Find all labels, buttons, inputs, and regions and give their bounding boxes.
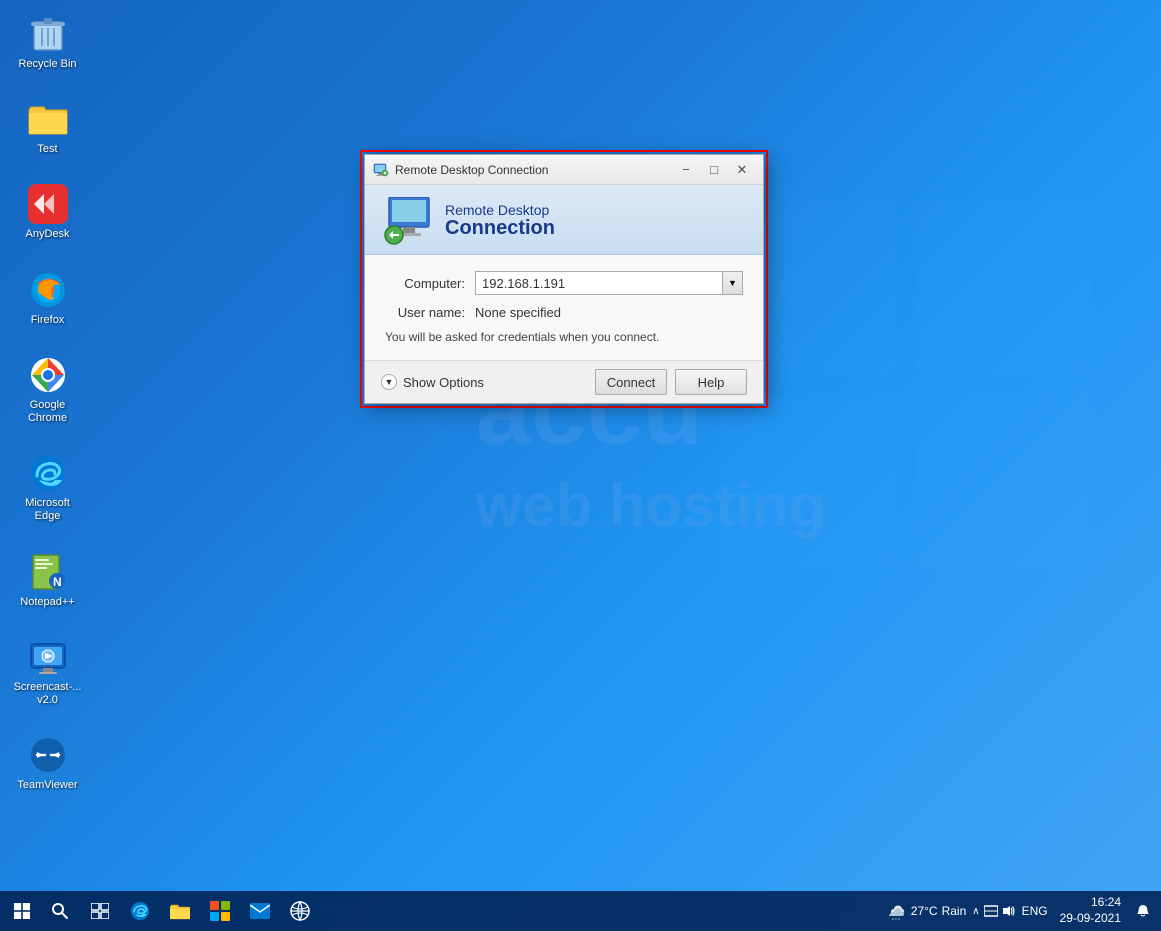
show-options-btn[interactable]: ▼ Show Options: [381, 374, 484, 390]
desktop-icon-anydesk[interactable]: AnyDesk: [10, 180, 85, 245]
computer-input-container: ▼: [475, 271, 743, 295]
desktop-icon-notepadpp[interactable]: N Notepad++: [10, 548, 85, 613]
dialog-minimize-btn[interactable]: −: [673, 159, 699, 181]
desktop-icon-label-test: Test: [37, 143, 57, 156]
taskbar-store-btn[interactable]: [202, 893, 238, 929]
dialog-highlight-border: Remote Desktop Connection − □ ✕: [360, 150, 768, 408]
taskbar: 27°C Rain ∧ ENG 16:24 29-09-2021: [0, 891, 1161, 931]
desktop-icon-recycle-bin[interactable]: Recycle Bin: [10, 10, 85, 75]
taskbar-right: 27°C Rain ∧ ENG 16:24 29-09-2021: [889, 893, 1157, 928]
dialog-titlebar: Remote Desktop Connection − □ ✕: [365, 155, 763, 185]
taskbar-clock[interactable]: 16:24 29-09-2021: [1054, 893, 1127, 928]
dialog-title-icon: [373, 162, 389, 178]
dialog-controls: − □ ✕: [673, 159, 755, 181]
dialog-close-btn[interactable]: ✕: [729, 159, 755, 181]
dialog-header: Remote Desktop Connection: [365, 185, 763, 255]
dialog-header-line2: Connection: [445, 218, 555, 238]
rdc-icon: [381, 197, 431, 242]
desktop-icon-label-teamviewer: TeamViewer: [17, 779, 77, 792]
computer-label: Computer:: [385, 276, 475, 291]
dialog-header-line1: Remote Desktop: [445, 202, 555, 218]
tray-volume-icon: [1002, 904, 1016, 918]
dialog-footer-right: Connect Help: [595, 369, 747, 395]
username-value: None specified: [475, 305, 561, 320]
svg-text:N: N: [53, 575, 62, 589]
desktop-icon-firefox[interactable]: Firefox: [10, 266, 85, 331]
remote-desktop-dialog: Remote Desktop Connection − □ ✕: [364, 154, 764, 404]
taskbar-tray: ∧: [972, 904, 1015, 918]
desktop-icon-label-screencast: Screencast-...v2.0: [14, 681, 82, 707]
desktop-icon-label-recycle-bin: Recycle Bin: [18, 58, 76, 71]
taskbar-network-icon[interactable]: [282, 893, 318, 929]
show-options-label: Show Options: [403, 375, 484, 390]
help-btn[interactable]: Help: [675, 369, 747, 395]
dialog-title-text: Remote Desktop Connection: [395, 163, 673, 177]
taskbar-start-btn[interactable]: [4, 893, 40, 929]
dialog-footer: ▼ Show Options Connect Help: [365, 360, 763, 403]
notification-btn[interactable]: [1133, 901, 1153, 921]
desktop-icon-label-anydesk: AnyDesk: [25, 228, 69, 241]
desktop-icon-microsoft-edge[interactable]: Microsoft Edge: [10, 449, 85, 527]
username-label: User name:: [385, 305, 475, 320]
dialog-body: Computer: ▼ User name: None specified Yo…: [365, 255, 763, 360]
desktop-icons: Recycle Bin Test AnyDe: [10, 10, 85, 796]
desktop-icon-teamviewer[interactable]: TeamViewer: [10, 731, 85, 796]
taskbar-edge-btn[interactable]: [122, 893, 158, 929]
windows-logo-bg: [721, 200, 1101, 580]
show-options-icon: ▼: [381, 374, 397, 390]
clock-date: 29-09-2021: [1060, 911, 1121, 927]
taskbar-taskview-btn[interactable]: [82, 893, 118, 929]
desktop-icon-google-chrome[interactable]: Google Chrome: [10, 351, 85, 429]
computer-field-row: Computer: ▼: [385, 271, 743, 295]
desktop-icon-test[interactable]: Test: [10, 95, 85, 160]
username-field-row: User name: None specified: [385, 305, 743, 320]
desktop-icon-label-google-chrome: Google Chrome: [14, 399, 81, 425]
desktop-icon-screencast[interactable]: Screencast-...v2.0: [10, 633, 85, 711]
taskbar-weather[interactable]: 27°C Rain: [889, 902, 967, 920]
dialog-container: Remote Desktop Connection − □ ✕: [360, 150, 768, 408]
connect-btn[interactable]: Connect: [595, 369, 667, 395]
computer-input[interactable]: [475, 271, 723, 295]
dialog-info-text: You will be asked for credentials when y…: [385, 330, 743, 344]
desktop-icon-label-firefox: Firefox: [31, 314, 65, 327]
tray-chevron[interactable]: ∧: [972, 906, 979, 917]
desktop-icon-label-notepadpp: Notepad++: [20, 596, 74, 609]
tray-display-icon: [984, 904, 998, 918]
clock-time: 16:24: [1060, 895, 1121, 911]
taskbar-search-btn[interactable]: [42, 893, 78, 929]
language-indicator[interactable]: ENG: [1022, 904, 1048, 918]
dialog-maximize-btn[interactable]: □: [701, 159, 727, 181]
weather-temp: 27°C: [911, 904, 938, 918]
computer-dropdown-btn[interactable]: ▼: [723, 271, 743, 295]
dialog-header-text: Remote Desktop Connection: [445, 202, 555, 238]
desktop-icon-label-microsoft-edge: Microsoft Edge: [14, 497, 81, 523]
weather-desc: Rain: [942, 904, 967, 918]
taskbar-explorer-btn[interactable]: [162, 893, 198, 929]
taskbar-mail-btn[interactable]: [242, 893, 278, 929]
